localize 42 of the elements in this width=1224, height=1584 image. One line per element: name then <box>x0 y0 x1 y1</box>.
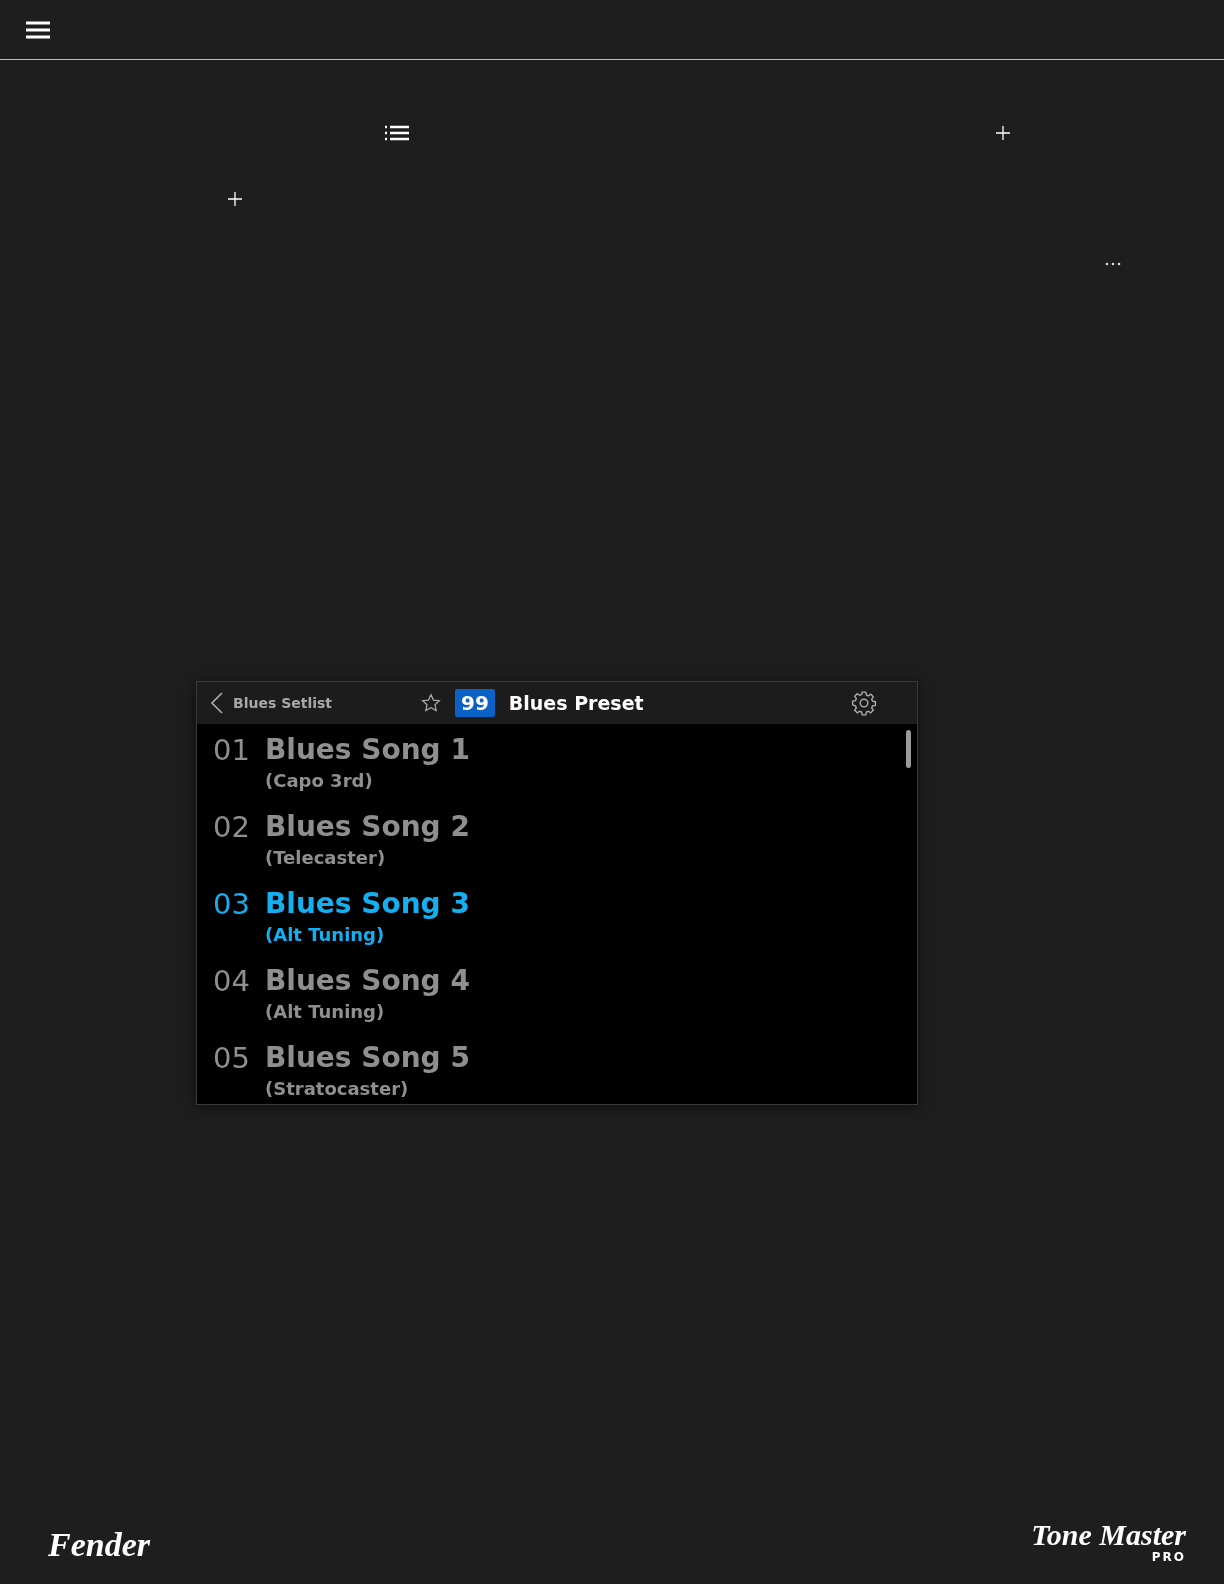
song-note: (Capo 3rd) <box>265 770 373 792</box>
preset-number: 99 <box>455 689 495 717</box>
settings-button[interactable] <box>851 690 877 716</box>
product-logo-subtitle: PRO <box>1151 1550 1186 1564</box>
song-note: (Alt Tuning) <box>265 924 385 946</box>
song-row[interactable]: 03 Blues Song 3 (Alt Tuning) <box>213 884 917 961</box>
song-title: Blues Song 5 <box>265 1040 470 1076</box>
favorite-button[interactable] <box>421 693 441 713</box>
song-title: Blues Song 2 <box>265 809 470 845</box>
song-title: Blues Song 3 <box>265 886 470 922</box>
add-button[interactable] <box>996 126 1010 140</box>
song-row[interactable]: 02 Blues Song 2 (Telecaster) <box>213 807 917 884</box>
song-row[interactable]: 05 Blues Song 5 (Stratocaster) <box>213 1038 917 1104</box>
ellipsis-icon <box>1105 262 1121 266</box>
list-icon <box>385 125 409 141</box>
menu-icon <box>26 19 50 40</box>
settings-icon <box>851 690 877 716</box>
back-button[interactable]: Blues Setlist <box>211 692 421 714</box>
song-row[interactable]: 04 Blues Song 4 (Alt Tuning) <box>213 961 917 1038</box>
product-logo: Tone Master <box>1031 1520 1186 1550</box>
song-title: Blues Song 4 <box>265 963 470 999</box>
plus-icon <box>228 192 242 206</box>
song-note: (Stratocaster) <box>265 1078 409 1100</box>
song-number: 01 <box>213 732 250 769</box>
menu-button[interactable] <box>26 19 50 40</box>
song-row[interactable]: 01 Blues Song 1 (Capo 3rd) <box>213 730 917 807</box>
song-number: 02 <box>213 809 250 846</box>
more-button[interactable] <box>1105 262 1121 266</box>
song-title: Blues Song 1 <box>265 732 470 768</box>
plus-icon <box>996 126 1010 140</box>
song-number: 03 <box>213 886 250 923</box>
preset-name: Blues Preset <box>508 692 645 714</box>
star-icon <box>421 693 441 713</box>
list-button[interactable] <box>385 125 409 141</box>
song-number: 04 <box>213 963 250 1000</box>
song-note: (Telecaster) <box>265 847 386 869</box>
add-button[interactable] <box>228 192 242 206</box>
chevron-left-icon <box>211 692 223 714</box>
song-note: (Alt Tuning) <box>265 1001 385 1023</box>
song-number: 05 <box>213 1040 250 1077</box>
brand-logo: Fender <box>48 1526 150 1564</box>
scrollbar-thumb[interactable] <box>906 730 911 768</box>
